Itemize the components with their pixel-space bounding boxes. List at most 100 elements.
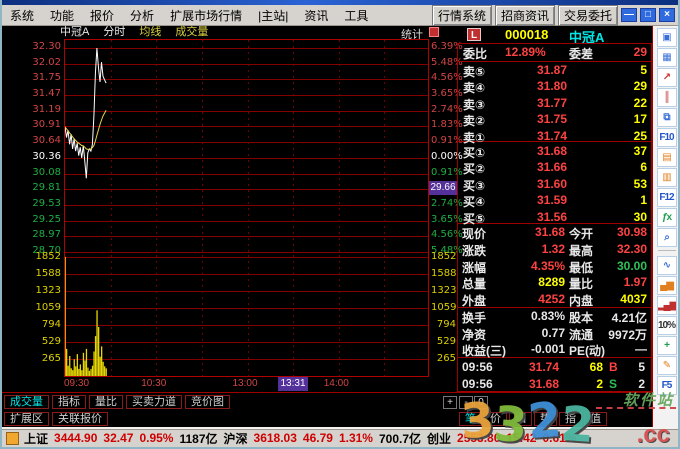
quick-button[interactable]: 招商资讯 <box>494 4 555 26</box>
mode-volume[interactable]: 成交量 <box>175 26 208 39</box>
notebook-icon[interactable]: ▥ <box>656 168 677 187</box>
panel-tab[interactable]: 值 <box>584 412 607 426</box>
formula-icon[interactable]: ƒx <box>656 208 677 227</box>
menu-item[interactable]: 工具 <box>336 7 376 24</box>
order-price[interactable]: 31.66 <box>503 160 567 174</box>
quick-button[interactable]: 交易委托 <box>557 4 618 26</box>
price-axis-label: 29.81 <box>32 182 61 194</box>
order-book-row[interactable]: 买⑤ 31.56 30 <box>457 210 652 226</box>
kline-chart-icon[interactable]: ║ <box>656 88 677 107</box>
volume-plot[interactable] <box>64 255 429 377</box>
pencil-icon[interactable]: ✎ <box>656 356 677 375</box>
search-icon[interactable]: ⌕ <box>656 228 677 247</box>
mode-average[interactable]: 均线 <box>139 26 161 39</box>
order-book-row[interactable]: 买① 31.68 37 <box>457 144 652 160</box>
quote-screen-icon[interactable]: ▣ <box>656 28 677 47</box>
menu-item[interactable]: |主站| <box>250 7 296 24</box>
price-lines <box>65 47 107 179</box>
ten-percent-icon[interactable]: 10% <box>656 316 677 335</box>
grid-quote-icon[interactable]: ▦ <box>656 48 677 67</box>
windows-layout-icon[interactable]: ⧉ <box>656 108 677 127</box>
panel-tab[interactable]: 价 <box>484 412 507 426</box>
view-tab[interactable]: 成交量 <box>4 395 49 409</box>
percent-axis-label: 5.48% <box>431 56 463 68</box>
file-folder-icon[interactable]: ▤ <box>656 148 677 167</box>
stat-label: 涨跌 <box>462 243 487 258</box>
minimize-button[interactable]: — <box>621 8 637 22</box>
index-name[interactable]: 上证 <box>24 430 48 447</box>
extension-tab[interactable]: 扩展区 <box>4 412 49 426</box>
percent-axis-label: 2.74% <box>431 197 463 209</box>
order-price[interactable]: 31.75 <box>503 112 567 126</box>
menu-item[interactable]: 扩展市场行情 <box>162 7 250 24</box>
order-price[interactable]: 31.74 <box>503 129 567 143</box>
tick-direction: B <box>609 360 618 374</box>
multiline-chart-icon[interactable]: ∿ <box>656 256 677 275</box>
status-panel-icon[interactable] <box>6 431 19 445</box>
f10-info-icon[interactable]: F10 <box>656 128 677 147</box>
order-book-row[interactable]: 卖⑤ 31.87 5 <box>457 63 652 79</box>
percent-axis-label: 0.91% <box>431 135 463 147</box>
order-price[interactable]: 31.56 <box>503 210 567 224</box>
order-book-row[interactable]: 卖③ 31.77 22 <box>457 96 652 112</box>
add-box-icon[interactable]: + <box>656 336 677 355</box>
close-button[interactable]: × <box>659 8 675 22</box>
menu-item[interactable]: 资讯 <box>296 7 336 24</box>
weibi-value: 12.89% <box>505 45 546 59</box>
order-price[interactable]: 31.59 <box>503 193 567 207</box>
stat-row: 外盘 4252 内盘 4037 <box>457 292 652 308</box>
view-tab[interactable]: 量比 <box>89 395 123 409</box>
order-price[interactable]: 31.77 <box>503 96 567 110</box>
histogram-icon[interactable]: ▂▄▆ <box>656 296 677 315</box>
price-plot[interactable] <box>64 39 429 255</box>
stock-code[interactable]: 000018 <box>505 27 548 42</box>
restore-pane-button[interactable]: 0 <box>474 396 488 409</box>
price-pane[interactable]: 32.30 32.02 31.75 31.47 31.19 30.91 30.64 30.36… <box>2 39 463 256</box>
menu-item[interactable]: 报价 <box>82 7 122 24</box>
detach-icon[interactable] <box>429 27 439 37</box>
order-price[interactable]: 31.60 <box>503 177 567 191</box>
index-name[interactable]: 创业 <box>427 430 451 447</box>
panel-tab[interactable]: 笔 <box>459 412 482 426</box>
order-book-row[interactable]: 买④ 31.59 1 <box>457 193 652 209</box>
order-book-row[interactable]: 买③ 31.60 53 <box>457 177 652 193</box>
order-book-row[interactable]: 卖① 31.74 25 <box>457 129 652 145</box>
order-volume: 6 <box>640 160 647 175</box>
menu-item[interactable]: 系统 <box>2 7 42 24</box>
panel-tab[interactable]: 势 <box>534 412 557 426</box>
add-pane-button[interactable]: + <box>443 396 457 409</box>
price-axis-label: 31.75 <box>32 72 61 84</box>
f12-trade-icon[interactable]: F12 <box>656 188 677 207</box>
restore-button[interactable]: □ <box>640 8 656 22</box>
view-tab[interactable]: 指标 <box>52 395 86 409</box>
order-price[interactable]: 31.87 <box>503 63 567 77</box>
stat-label: 净资 <box>462 327 487 342</box>
order-volume: 37 <box>633 144 647 158</box>
extension-tab[interactable]: 关联报价 <box>52 412 108 426</box>
minimize-pane-button[interactable]: - <box>459 396 473 409</box>
f5-refresh-icon[interactable]: F5 <box>656 376 677 395</box>
panel-tab[interactable]: 细 <box>509 412 532 426</box>
view-tab[interactable]: 买卖力道 <box>126 395 182 409</box>
stat-value: 30.00 <box>616 258 647 273</box>
volume-pane[interactable]: 1852 1852 1588 1588 1323 1323 1059 1059 794 794 52… <box>2 251 457 377</box>
order-volume: 5 <box>640 63 647 77</box>
volume-axis-label: 1588 <box>431 267 457 279</box>
area-chart-icon[interactable]: ▄▆ <box>656 276 677 295</box>
order-book-row[interactable]: 卖② 31.75 17 <box>457 112 652 128</box>
order-price[interactable]: 31.68 <box>503 144 567 158</box>
menu-item[interactable]: 分析 <box>122 7 162 24</box>
quick-button[interactable]: 行情系统 <box>431 4 492 26</box>
index-quotes: 上证 3444.90 32.47 0.95% 1187亿 沪深 3618.03 46.79 1.… <box>24 430 582 447</box>
index-name[interactable]: 沪深 <box>224 430 248 447</box>
view-tab[interactable]: 竞价图 <box>185 395 230 409</box>
order-price[interactable]: 31.80 <box>503 79 567 93</box>
stat-row: 换手 0.83% 股本 4.21亿 <box>457 309 652 325</box>
order-book-row[interactable]: 卖④ 31.80 29 <box>457 79 652 95</box>
menu-item[interactable]: 功能 <box>42 7 82 24</box>
order-book-row[interactable]: 买② 31.66 6 <box>457 160 652 176</box>
mode-minute[interactable]: 分时 <box>103 26 125 39</box>
panel-tab[interactable]: 指 <box>559 412 582 426</box>
order-volume: 22 <box>633 95 647 110</box>
trend-chart-icon[interactable]: ↗ <box>656 68 677 87</box>
